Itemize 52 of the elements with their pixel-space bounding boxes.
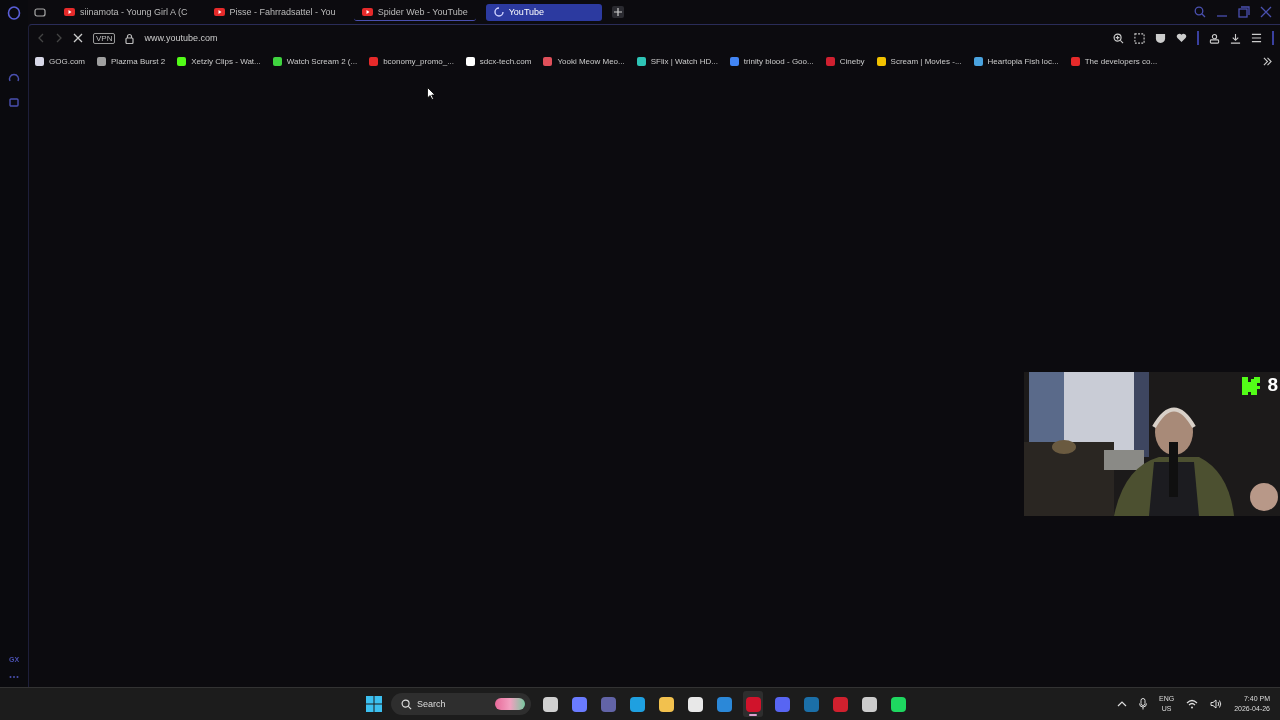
profile-icon[interactable] [1209,32,1220,44]
shield-icon[interactable] [1155,32,1166,44]
bookmark[interactable]: GOG.com [35,56,85,66]
windows-start-icon[interactable] [366,696,382,712]
speaker-icon[interactable] [1210,699,1223,709]
bookmark[interactable]: The developers co... [1070,56,1158,66]
browser-tab[interactable]: Pisse - Fahrradsattel - You [205,3,344,21]
browser-tab[interactable]: siinamota - Young Girl A (C [56,3,196,21]
search-icon [401,698,412,710]
bookmark[interactable]: Scream | Movies -... [876,56,962,66]
stop-loading-icon[interactable] [73,33,83,43]
extension-icon[interactable] [8,96,20,108]
bookmark[interactable]: SFlix | Watch HD... [636,56,718,66]
wifi-icon[interactable] [1186,699,1199,709]
search-icon[interactable] [1194,6,1206,18]
workspace-icon[interactable] [34,7,46,17]
speed-dial-icon[interactable] [8,72,20,84]
mouse-cursor-icon [427,87,436,100]
bookmark[interactable]: Heartopia Fish loc... [973,56,1059,66]
youtube-icon [213,8,225,16]
taskbar-app-icon[interactable] [743,691,763,717]
bookmark[interactable]: trinity blood - Goo... [729,56,814,66]
vpn-badge[interactable]: VPN [93,32,116,44]
bookmark[interactable]: sdcx-tech.com [465,56,532,66]
bookmark[interactable]: Watch Scream 2 (... [272,56,358,66]
url-field[interactable]: www.youtube.com [144,33,218,43]
chevron-up-icon[interactable] [1117,701,1127,707]
bookmark[interactable]: bconomy_promo_... [369,56,454,66]
youtube-icon [361,7,373,16]
bookmark[interactable]: Plazma Burst 2 [97,56,166,66]
download-icon[interactable] [1230,32,1241,44]
snapshot-icon[interactable] [1134,32,1145,44]
browser-tab[interactable]: YouTube [485,3,602,21]
menu-icon[interactable] [1251,33,1262,43]
restore-icon[interactable] [1238,6,1250,18]
bookmark[interactable]: Yooki Meow Meo... [543,56,625,66]
viewer-count: 8 [1267,374,1278,396]
bookmark[interactable]: Cineby [825,56,865,66]
loading-spinner-icon [493,7,504,17]
heart-icon[interactable] [1176,33,1187,43]
browser-tab[interactable]: Spider Web - YouTube [353,3,476,21]
youtube-icon [64,8,75,16]
more-icon[interactable] [9,675,19,679]
close-icon[interactable] [1260,6,1272,18]
lock-icon[interactable] [125,32,135,44]
bookmark[interactable]: Xetzly Clips - Wat... [177,56,261,66]
zoom-icon[interactable] [1113,32,1124,44]
more-bookmarks-icon[interactable] [1263,56,1272,66]
microphone-icon[interactable] [1139,698,1147,710]
opera-logo-icon[interactable] [7,6,21,20]
k-logo-icon [1242,377,1260,395]
new-tab-button[interactable] [611,6,624,18]
